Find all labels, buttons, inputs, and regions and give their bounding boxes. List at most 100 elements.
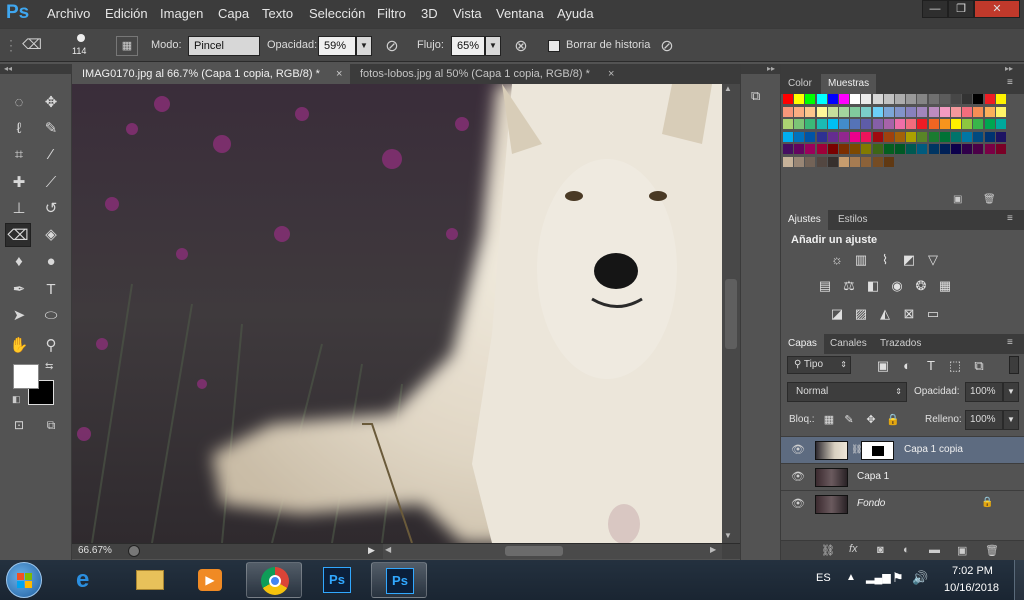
network-icon[interactable]: ▂▄▆ [866,571,891,584]
color-swatch[interactable] [794,119,805,129]
add-mask-icon[interactable]: ◙ [877,544,884,556]
layer-row[interactable]: 👁 Fondo 🔒 [781,490,1024,517]
color-swatch[interactable] [939,106,950,117]
quick-mask-icon[interactable]: ⊡ [6,413,32,437]
menu-capa[interactable]: Capa [218,6,249,21]
color-swatch[interactable] [995,106,1006,117]
color-swatch[interactable] [895,106,905,117]
crop-tool-icon[interactable]: ⌗ [6,143,32,167]
tab-imag0170[interactable]: IMAG0170.jpg al 66.7% (Capa 1 copia, RGB… [72,64,350,84]
tab-canales[interactable]: Canales [823,334,874,354]
zoom-tool-icon[interactable]: ⚲ [38,334,64,358]
color-balance-icon[interactable]: ⚖ [841,278,857,294]
color-swatch[interactable] [794,131,805,142]
filter-smart-object-icon[interactable]: ⧉ [971,358,987,374]
color-swatch[interactable] [816,106,827,117]
color-swatch[interactable] [928,144,939,154]
color-swatch[interactable] [805,94,816,104]
show-hidden-icons-icon[interactable]: ▲ [846,572,856,583]
horizontal-scroll-thumb[interactable] [505,546,563,556]
brush-tool-icon[interactable]: ⟋ [38,171,64,195]
color-swatch[interactable] [883,131,894,142]
color-swatch[interactable] [794,156,805,167]
language-indicator[interactable]: ES [816,572,831,584]
color-swatch[interactable] [827,94,838,104]
invert-icon[interactable]: ◪ [829,306,845,322]
history-panel-icon[interactable]: ⧉ [751,88,773,108]
filter-adjustment-icon[interactable]: ◐ [899,358,915,374]
menu-edicion[interactable]: Edición [105,6,148,21]
action-center-icon[interactable]: ⚑ [892,570,904,586]
opacity-dropdown[interactable]: ▼ [356,36,372,56]
new-group-icon[interactable]: ▬ [929,544,940,556]
tab-muestras[interactable]: Muestras [821,74,877,94]
flow-dropdown[interactable]: ▼ [485,36,501,56]
filter-toggle[interactable] [1009,356,1019,374]
fill-input[interactable]: 100% [965,410,1003,430]
clone-stamp-tool-icon[interactable]: ⊥ [6,197,32,221]
ellipse-tool-icon[interactable]: ⬭ [38,304,64,328]
eraser-tool-icon[interactable]: ⌫ [5,223,31,247]
visibility-eye-icon[interactable]: 👁 [791,497,805,510]
volume-icon[interactable]: 🔊 [912,570,928,586]
healing-brush-tool-icon[interactable]: ✚ [6,171,32,195]
color-swatch[interactable] [906,94,917,104]
color-swatch[interactable] [895,94,905,104]
color-swatch[interactable] [805,144,816,154]
color-swatch[interactable] [850,94,861,104]
color-swatch[interactable] [928,94,939,104]
color-swatch[interactable] [984,144,995,154]
color-swatch[interactable] [951,144,961,154]
color-swatch[interactable] [783,131,793,142]
taskbar-photoshop-active[interactable]: Ps [371,562,427,598]
menu-seleccion[interactable]: Selección [309,6,365,21]
color-swatch[interactable] [995,94,1006,104]
color-swatch[interactable] [872,131,883,142]
erase-history-checkbox[interactable] [548,40,560,52]
pressure-opacity-icon[interactable]: ⊘ [381,36,403,56]
color-swatch[interactable] [805,119,816,129]
taskbar-file-explorer[interactable] [122,562,178,598]
color-swatch[interactable] [906,131,917,142]
layer-filter-select[interactable]: ⚲ Tipo ⇕ [787,356,851,374]
color-swatch[interactable] [973,131,984,142]
collapse-tools-icon[interactable]: ◂◂ [0,64,72,74]
color-swatch[interactable] [827,156,838,167]
color-swatch[interactable] [794,94,805,104]
visibility-eye-icon[interactable]: 👁 [791,443,805,456]
color-swatch[interactable] [839,106,849,117]
color-swatch[interactable] [827,131,838,142]
minimize-button[interactable]: — [922,0,948,18]
black-white-icon[interactable]: ◧ [865,278,881,294]
color-swatch[interactable] [861,156,872,167]
color-swatch[interactable] [951,131,961,142]
close-button[interactable]: ✕ [974,0,1020,18]
menu-texto[interactable]: Texto [262,6,293,21]
color-swatch[interactable] [951,106,961,117]
mode-select[interactable]: Pincel [188,36,260,56]
menu-archivo[interactable]: Archivo [47,6,90,21]
color-swatch[interactable] [928,131,939,142]
menu-3d[interactable]: 3D [421,6,438,21]
color-swatch[interactable] [984,94,995,104]
filter-type-icon[interactable]: T [923,358,939,374]
color-swatch[interactable] [895,119,905,129]
color-swatch[interactable] [906,144,917,154]
color-swatch[interactable] [973,119,984,129]
blur-tool-icon[interactable]: ♦ [6,250,32,274]
layer-style-icon[interactable]: fx [849,543,858,555]
color-swatch[interactable] [850,144,861,154]
brush-panel-icon[interactable]: ▦ [116,36,138,56]
visibility-eye-icon[interactable]: 👁 [791,470,805,483]
zoom-level[interactable]: 66.67% [78,545,112,556]
color-swatch[interactable] [861,144,872,154]
lock-transparency-icon[interactable]: ▦ [821,412,837,428]
color-swatch[interactable] [995,131,1006,142]
tab-trazados[interactable]: Trazados [873,334,928,354]
canvas-vertical-scrollbar[interactable]: ▲ ▼ [722,84,740,543]
color-swatch[interactable] [816,156,827,167]
color-swatch[interactable] [850,156,861,167]
new-layer-icon[interactable]: ▣ [957,544,967,557]
brush-size-picker[interactable]: 114 [68,32,96,60]
color-swatch[interactable] [783,119,793,129]
